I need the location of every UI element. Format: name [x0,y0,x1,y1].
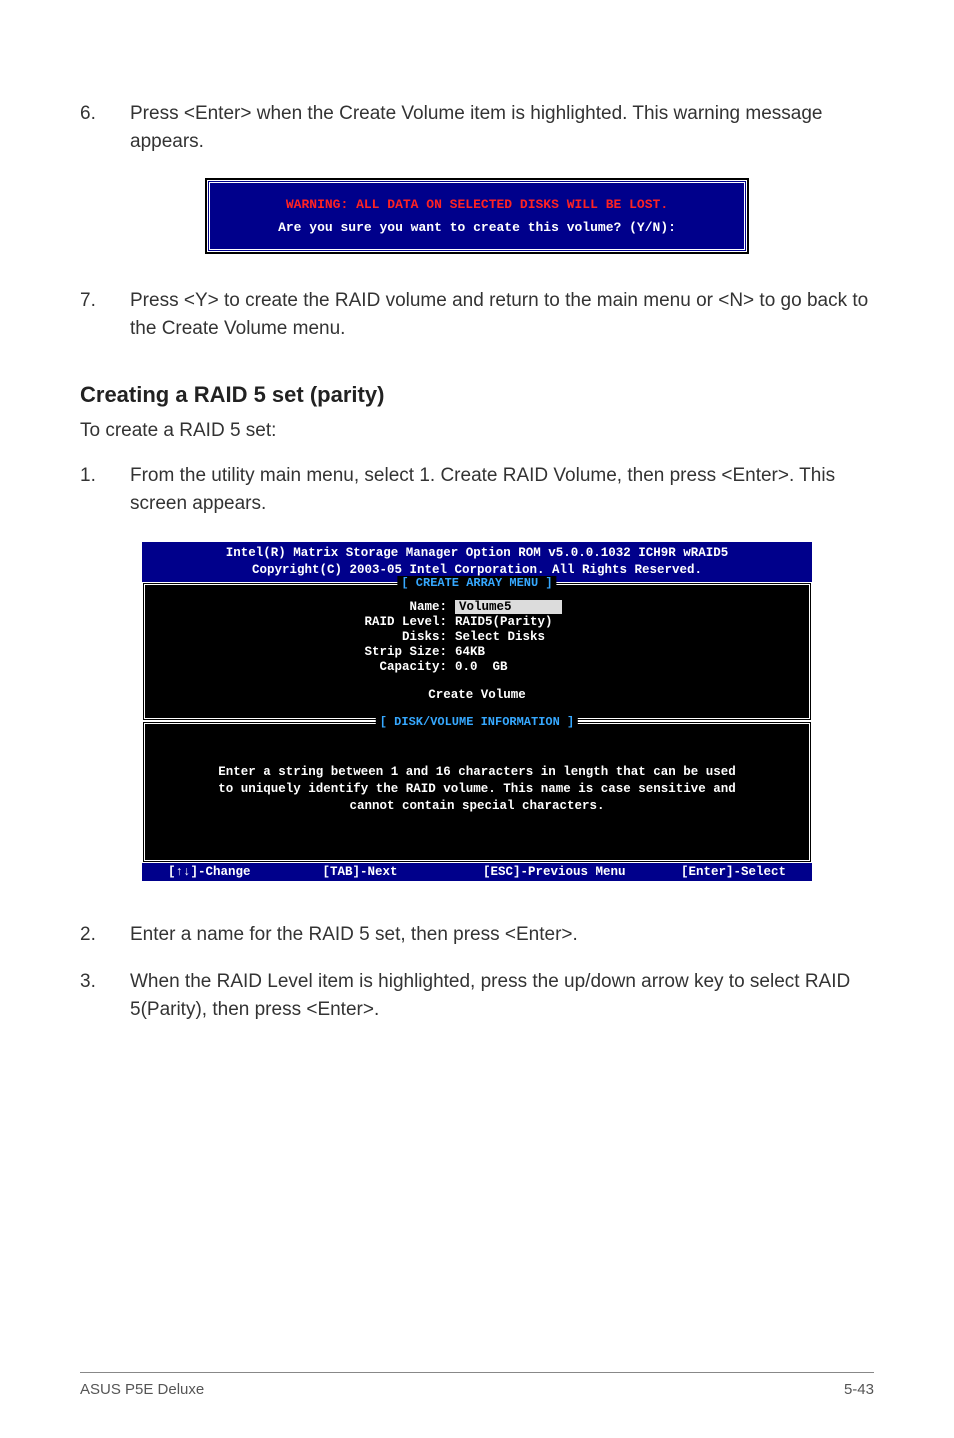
bios-row-name: Name: Volume5 [155,600,799,614]
step-2-text: Enter a name for the RAID 5 set, then pr… [130,921,874,949]
step-3: 3. When the RAID Level item is highlight… [80,968,874,1023]
bios-raid-value: RAID5(Parity) [455,615,553,629]
warning-line-1: WARNING: ALL DATA ON SELECTED DISKS WILL… [228,197,726,212]
step-7-text: Press <Y> to create the RAID volume and … [130,287,874,342]
bios-footer-change: [↑↓]-Change [168,865,323,879]
bios-footer: [↑↓]-Change [TAB]-Next [ESC]-Previous Me… [142,863,812,881]
bios-create-volume: Create Volume [155,688,799,702]
step-3-text: When the RAID Level item is highlighted,… [130,968,874,1023]
bios-name-value: Volume5 [455,600,562,614]
step-1-text: From the utility main menu, select 1. Cr… [130,462,874,517]
footer-product: ASUS P5E Deluxe [80,1381,204,1398]
bios-row-disks: Disks: Select Disks [155,630,799,644]
bios-screenshot: Intel(R) Matrix Storage Manager Option R… [142,542,812,880]
bios-create-array-title: [ CREATE ARRAY MENU ] [397,576,556,590]
bios-footer-next: [TAB]-Next [323,865,478,879]
bios-strip-label: Strip Size: [155,645,455,659]
warning-dialog-wrap: WARNING: ALL DATA ON SELECTED DISKS WILL… [80,180,874,252]
step-6-text: Press <Enter> when the Create Volume ite… [130,100,874,155]
step-7: 7. Press <Y> to create the RAID volume a… [80,287,874,342]
bios-disk-info-box: [ DISK/VOLUME INFORMATION ] Enter a stri… [142,721,812,863]
bios-capacity-label: Capacity: [155,660,455,674]
step-7-number: 7. [80,287,130,342]
bios-footer-select: [Enter]-Select [632,865,787,879]
step-1: 1. From the utility main menu, select 1.… [80,462,874,517]
bios-disk-info-title: [ DISK/VOLUME INFORMATION ] [376,715,578,729]
bios-help-line-3: cannot contain special characters. [165,798,789,815]
bios-screenshot-wrap: Intel(R) Matrix Storage Manager Option R… [80,542,874,880]
step-1-number: 1. [80,462,130,517]
bios-row-strip: Strip Size: 64KB [155,645,799,659]
warning-line-2: Are you sure you want to create this vol… [228,220,726,235]
bios-help-line-1: Enter a string between 1 and 16 characte… [165,764,789,781]
step-3-number: 3. [80,968,130,1023]
page-footer: ASUS P5E Deluxe 5-43 [80,1372,874,1398]
bios-footer-prev: [ESC]-Previous Menu [477,865,632,879]
bios-row-raid: RAID Level: RAID5(Parity) [155,615,799,629]
step-2: 2. Enter a name for the RAID 5 set, then… [80,921,874,949]
step-2-number: 2. [80,921,130,949]
bios-header-line-1: Intel(R) Matrix Storage Manager Option R… [148,545,806,562]
section-heading: Creating a RAID 5 set (parity) [80,382,874,408]
bios-capacity-value: 0.0 GB [455,660,508,674]
step-6: 6. Press <Enter> when the Create Volume … [80,100,874,155]
bios-create-array-box: [ CREATE ARRAY MENU ] Name: Volume5 RAID… [142,582,812,721]
bios-help-line-2: to uniquely identify the RAID volume. Th… [165,781,789,798]
warning-dialog: WARNING: ALL DATA ON SELECTED DISKS WILL… [207,180,747,252]
bios-name-label: Name: [155,600,455,614]
step-6-number: 6. [80,100,130,155]
section-lead: To create a RAID 5 set: [80,420,874,442]
bios-disks-label: Disks: [155,630,455,644]
bios-strip-value: 64KB [455,645,485,659]
bios-row-capacity: Capacity: 0.0 GB [155,660,799,674]
footer-page-number: 5-43 [844,1381,874,1398]
bios-disks-value: Select Disks [455,630,545,644]
bios-raid-label: RAID Level: [155,615,455,629]
